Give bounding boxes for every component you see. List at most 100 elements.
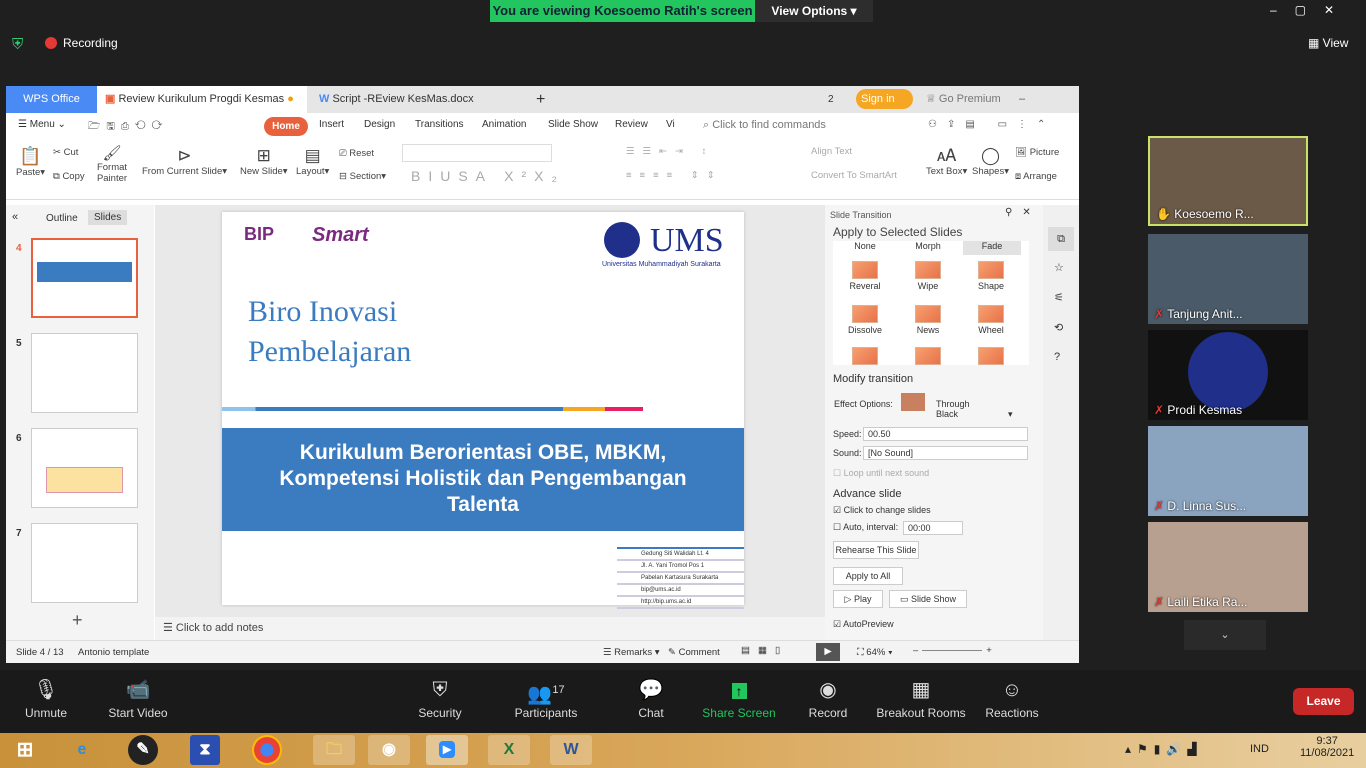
click-change-checkbox[interactable]: ☑ Click to change slides — [833, 505, 931, 516]
sound-select[interactable]: [No Sound] — [863, 446, 1028, 460]
share-screen-button[interactable]: ↑ Share Screen — [700, 670, 778, 733]
new-tab-button[interactable]: + — [528, 86, 545, 113]
format-painter-button[interactable]: 🖌 Format Painter — [94, 144, 130, 184]
history-icon[interactable]: ⟲ — [1054, 321, 1063, 334]
zoom-slider[interactable]: – + — [913, 645, 992, 656]
clock[interactable]: 9:37 11/08/2021 — [1300, 735, 1354, 759]
transition-panel-icon[interactable]: ⧉ — [1048, 227, 1074, 251]
align-text-button[interactable]: Align Text — [811, 146, 852, 157]
play-slideshow-button[interactable]: ▶ — [816, 643, 840, 661]
explorer-icon[interactable]: 🗀 — [313, 735, 355, 765]
help-icon[interactable]: ? — [1054, 351, 1060, 363]
slide-thumbnail[interactable] — [31, 428, 138, 508]
ie-icon[interactable]: e — [67, 735, 97, 765]
alignment-buttons[interactable]: ≡≡≡≡ ⇕⇕ — [626, 170, 723, 181]
tab-slides[interactable]: Slides — [88, 210, 128, 225]
word-icon[interactable]: W — [550, 735, 592, 765]
record-button[interactable]: ◉ Record — [805, 670, 851, 733]
command-search[interactable]: ⌕ Click to find commands — [703, 119, 826, 132]
app-icon[interactable]: ✎ — [128, 735, 158, 765]
text-box-button[interactable]: 🗚 Text Box▾ — [926, 146, 967, 177]
participant-tile[interactable]: ✗ Laili Etika Ra... — [1148, 522, 1308, 612]
effect-reveral[interactable]: Reveral — [841, 259, 889, 297]
copy-button[interactable]: ⧉ Copy — [53, 171, 85, 182]
menu-button[interactable]: ☰ Menu ⌄ — [18, 119, 66, 130]
participant-tile[interactable]: ✗ Prodi Kesmas — [1148, 330, 1308, 420]
reset-button[interactable]: ⎚ Reset — [339, 148, 374, 159]
unmute-button[interactable]: 🎙 Unmute — [20, 670, 72, 733]
smartart-button[interactable]: Convert To SmartArt — [811, 170, 897, 181]
zoom-icon[interactable]: ▸ — [426, 735, 468, 765]
participants-button[interactable]: 👥17 Participants — [510, 670, 582, 733]
notes-field[interactable]: ☰ Click to add notes — [155, 617, 825, 640]
tab-animation[interactable]: Animation — [482, 119, 526, 130]
tab-wps-office[interactable]: WPS Office — [6, 86, 97, 113]
system-tray-icons[interactable]: ▴⚑▮🔊▟ — [1125, 742, 1203, 756]
slide-show-button[interactable]: ▭ Slide Show — [889, 590, 967, 608]
effect-shape[interactable]: Shape — [967, 259, 1015, 297]
tab-view[interactable]: Vi — [666, 119, 675, 130]
auto-interval-checkbox[interactable]: ☐ Auto, interval: — [833, 522, 898, 533]
effect-options-select[interactable]: Through Black ▾ — [936, 399, 1043, 420]
tab-home[interactable]: Home — [264, 117, 308, 136]
effect-wipe[interactable]: Wipe — [904, 259, 952, 297]
animation-icon[interactable]: ☆ — [1054, 261, 1064, 274]
gallery-scroll-down[interactable]: ⌄ — [1184, 620, 1266, 650]
shapes-button[interactable]: ◯ Shapes▾ — [972, 146, 1009, 177]
comment-button[interactable]: ✎ Comment — [668, 647, 720, 658]
sign-in-button[interactable]: Sign in — [856, 89, 913, 109]
effect-morph[interactable]: Morph — [904, 241, 952, 255]
paste-button[interactable]: 📋 Paste▾ — [16, 146, 45, 178]
tab-document[interactable]: W Script -REview KesMas.docx — [311, 86, 501, 113]
effect-options-swatch[interactable] — [901, 393, 925, 411]
chat-button[interactable]: 💬 Chat — [628, 670, 674, 733]
new-slide-button[interactable]: ⊞ New Slide▾ — [240, 146, 288, 177]
effect-dissolve[interactable]: Dissolve — [841, 303, 889, 341]
remarks-button[interactable]: ☰ Remarks ▾ — [603, 647, 660, 658]
slide-thumbnail[interactable] — [31, 333, 138, 413]
font-selector[interactable] — [402, 144, 552, 162]
speed-input[interactable]: 00.50 — [863, 427, 1028, 441]
font-format-buttons[interactable]: BIUSA X²X₂ — [411, 168, 565, 184]
reactions-button[interactable]: ☺ Reactions — [982, 670, 1042, 733]
wps-window-controls[interactable]: –▢✕ — [1011, 86, 1079, 132]
panel-pin-close[interactable]: ⚲✕ — [1005, 207, 1041, 218]
effect-none[interactable]: None — [841, 241, 889, 255]
effect-news[interactable]: News — [904, 303, 952, 341]
tab-transitions[interactable]: Transitions — [415, 119, 464, 130]
start-button[interactable]: ⊞ — [10, 735, 40, 765]
tab-design[interactable]: Design — [364, 119, 395, 130]
effect-fade[interactable]: Fade — [963, 241, 1021, 255]
slide-canvas[interactable]: BIP Smart UMS Universitas Muhammadiyah S… — [222, 212, 744, 609]
autopreview-checkbox[interactable]: ☑ AutoPreview — [833, 619, 894, 630]
go-premium-button[interactable]: ♕ Go Premium — [918, 86, 1001, 113]
slide-thumbnail[interactable] — [31, 238, 138, 318]
chrome-icon[interactable] — [252, 735, 282, 765]
add-slide-button[interactable]: + — [72, 610, 83, 631]
section-button[interactable]: ⊟ Section▾ — [339, 171, 386, 182]
chrome-profile-icon[interactable]: ◉ — [368, 735, 410, 765]
excel-icon[interactable]: X — [488, 735, 530, 765]
collapse-pane-icon[interactable]: « — [12, 211, 18, 223]
tab-presentation[interactable]: ▣ Review Kurikulum Progdi Kesmas ● — [97, 86, 307, 113]
properties-icon[interactable]: ⚟ — [1054, 291, 1064, 304]
picture-button[interactable]: 🖼 Picture — [1015, 147, 1059, 158]
security-button[interactable]: ⛨ Security — [412, 670, 468, 733]
effect-wheel[interactable]: Wheel — [967, 303, 1015, 341]
tab-slide-show[interactable]: Slide Show — [548, 119, 598, 130]
app-icon[interactable]: ⧗ — [190, 735, 220, 765]
panel-title[interactable]: Slide Transition — [830, 210, 892, 220]
apply-all-button[interactable]: Apply to All — [833, 567, 903, 585]
interval-input[interactable]: 00:00 — [903, 521, 963, 535]
view-mode-buttons[interactable]: ▤▦▯ — [741, 645, 788, 656]
quick-access-toolbar[interactable]: 🗁🖫⎙⟲⟳ — [88, 119, 168, 136]
tab-outline[interactable]: Outline — [46, 213, 78, 224]
zoom-level[interactable]: ⛶ 64% ▾ — [857, 647, 893, 658]
loop-checkbox[interactable]: ☐ Loop until next sound — [833, 468, 929, 479]
window-controls[interactable]: –▢✕ — [1270, 3, 1352, 17]
window-count-badge[interactable]: 2 — [820, 86, 834, 113]
from-current-slide-button[interactable]: ⊳ From Current Slide▾ — [142, 146, 227, 177]
arrange-button[interactable]: ⧈ Arrange — [1015, 171, 1057, 182]
view-options-button[interactable]: View Options ▾ — [755, 0, 873, 22]
leave-button[interactable]: Leave — [1293, 688, 1354, 715]
